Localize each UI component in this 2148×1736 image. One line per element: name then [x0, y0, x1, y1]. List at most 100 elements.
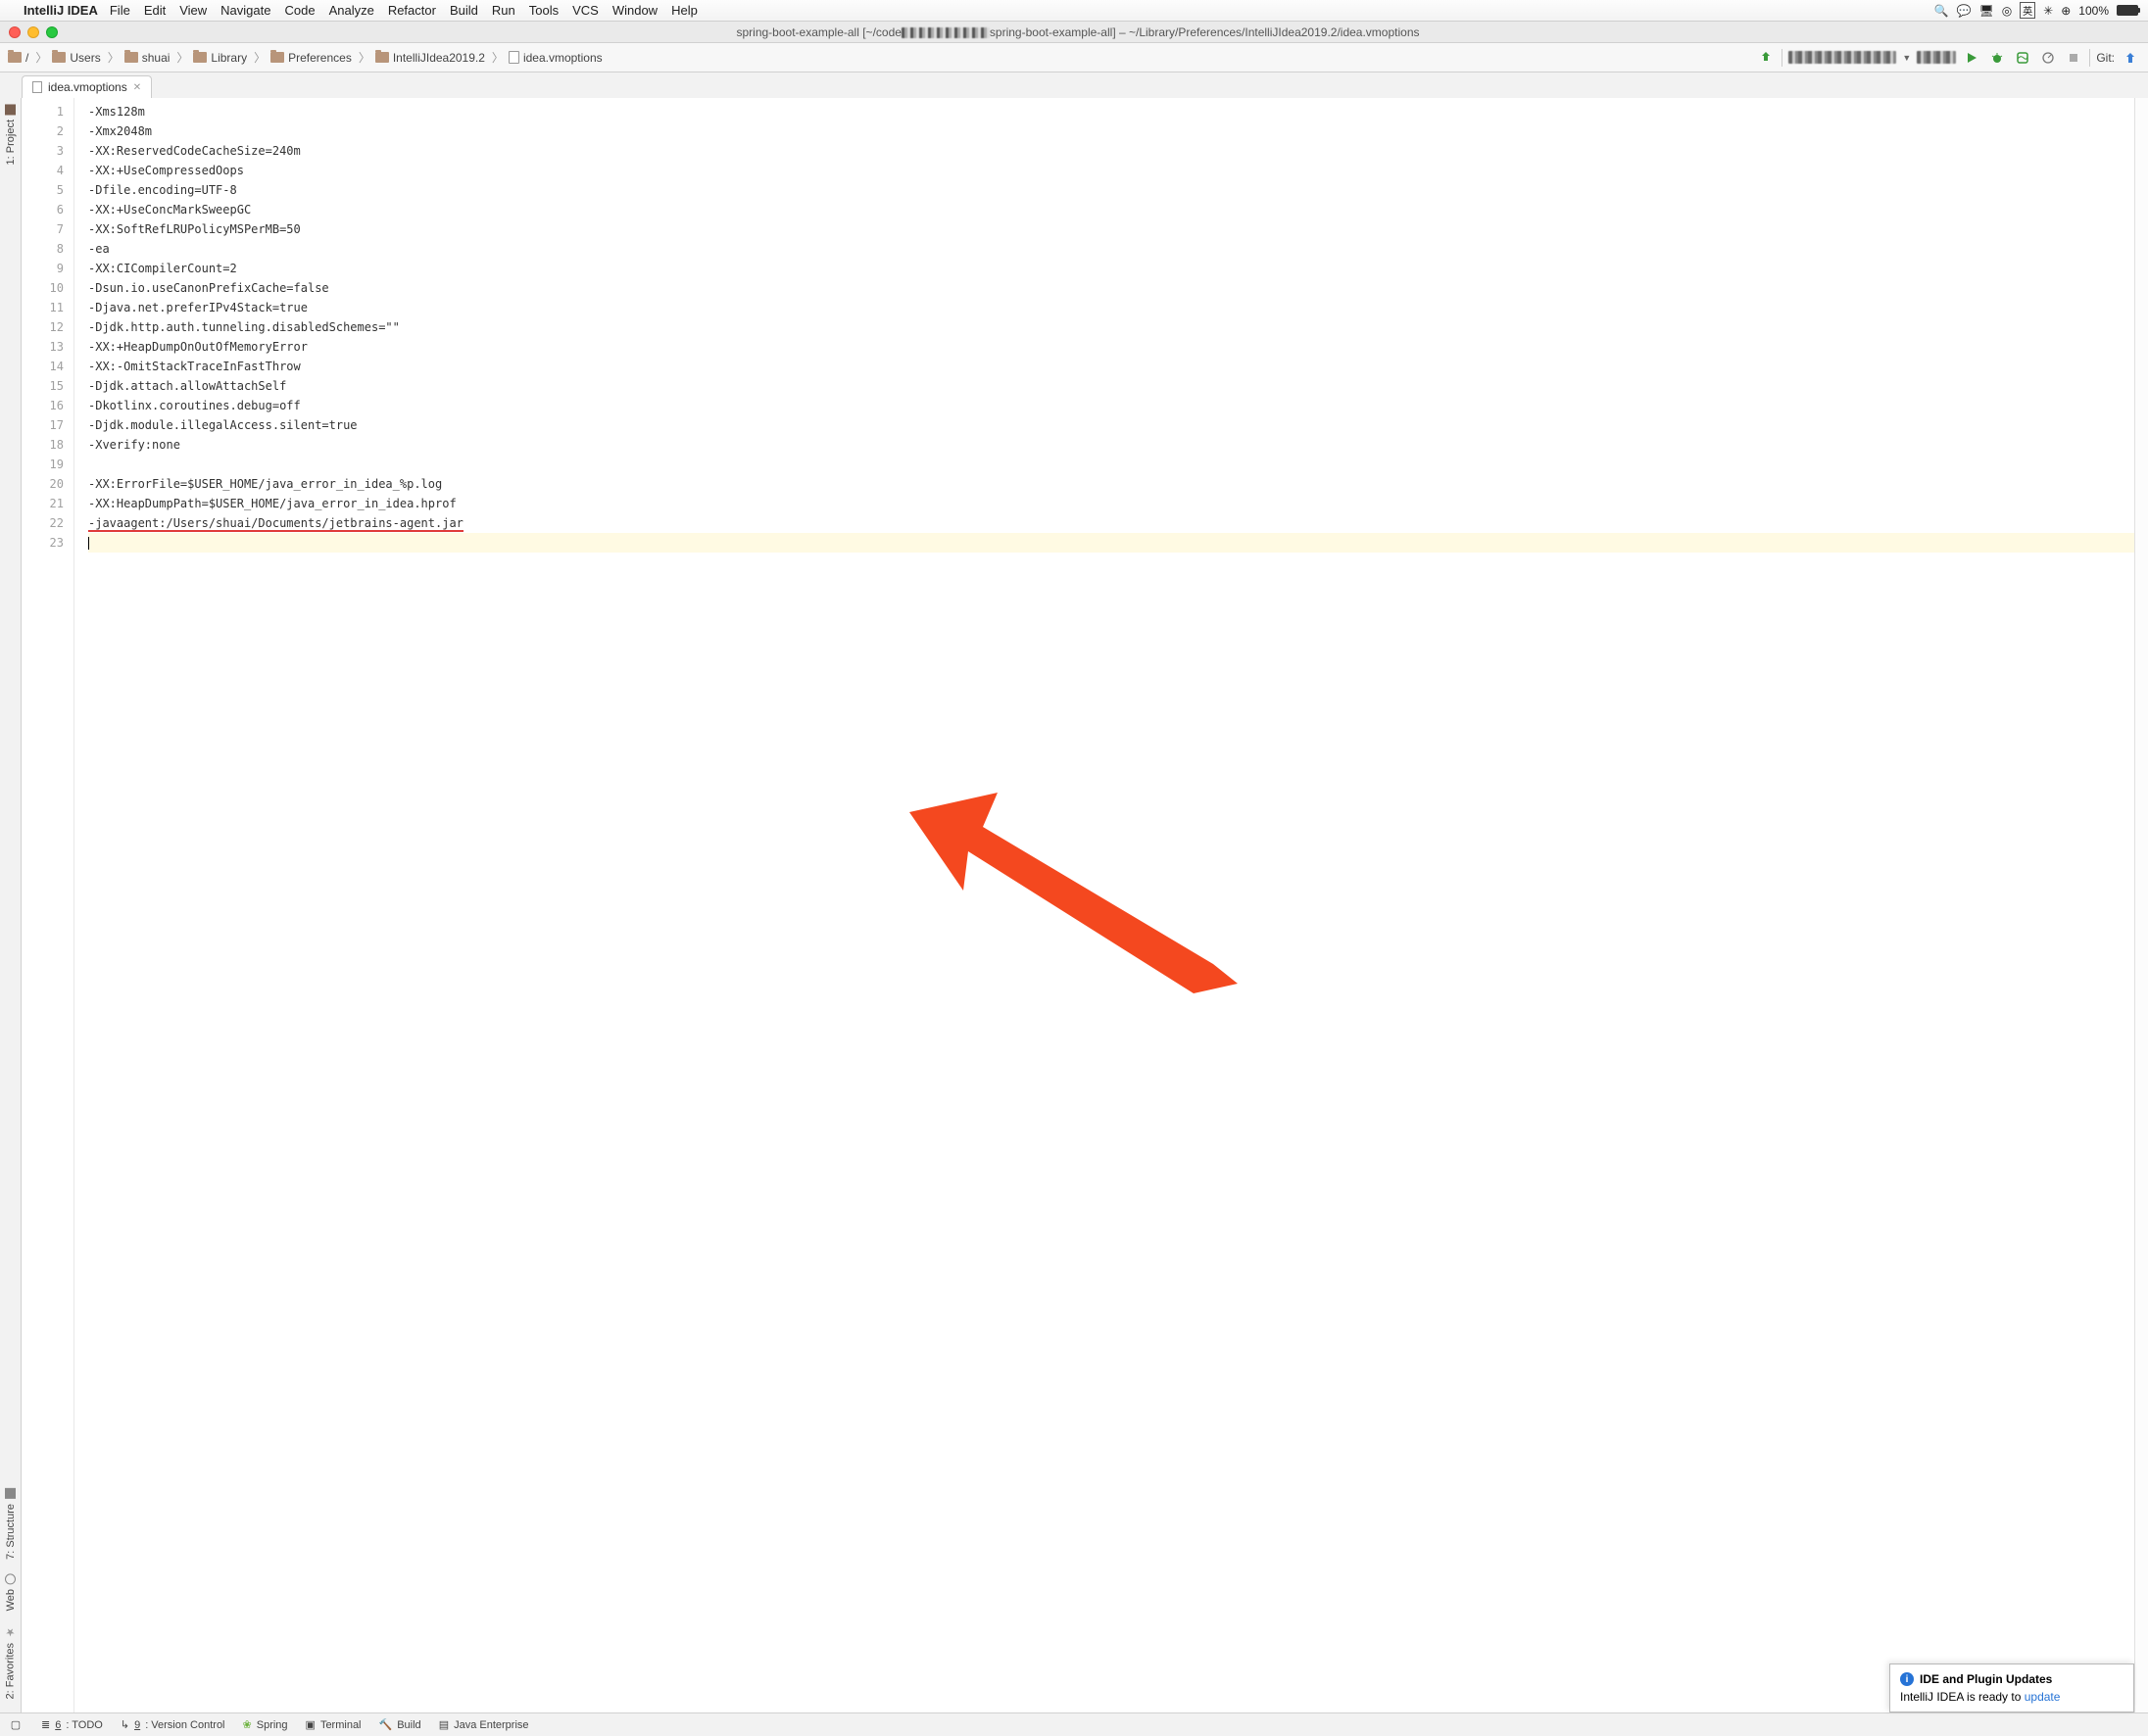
close-tab-icon[interactable]: ✕ [133, 82, 141, 93]
line-number: 8 [22, 239, 64, 259]
menu-refactor[interactable]: Refactor [388, 3, 436, 18]
tool-terminal[interactable]: ▣Terminal [306, 1718, 362, 1731]
editor[interactable]: 1234567891011121314151617181920212223 -X… [22, 98, 2134, 1712]
tray-icon[interactable]: ◎ [2002, 4, 2012, 18]
window-titlebar: spring-boot-example-all [~/codespring-bo… [0, 22, 2148, 43]
menu-view[interactable]: View [179, 3, 207, 18]
git-label: Git: [2096, 51, 2115, 65]
run-config-selector[interactable] [1788, 51, 1896, 64]
menu-window[interactable]: Window [612, 3, 658, 18]
menu-build[interactable]: Build [450, 3, 478, 18]
tray-icon[interactable]: 🔍 [1934, 4, 1949, 18]
run-button[interactable] [1962, 48, 1981, 68]
menu-navigate[interactable]: Navigate [220, 3, 270, 18]
main-area: 1: Project 7: Structure Web 2: Favorites… [0, 98, 2148, 1712]
tool-web[interactable]: Web [5, 1573, 17, 1611]
code-line[interactable]: -Xmx2048m [88, 121, 2134, 141]
tray-icon[interactable]: 🖥 [1978, 4, 1993, 18]
battery-percent: 100% [2078, 4, 2109, 18]
git-update-button[interactable] [2121, 48, 2140, 68]
menu-code[interactable]: Code [284, 3, 315, 18]
debug-button[interactable] [1987, 48, 2007, 68]
breadcrumb[interactable]: Library〉 [193, 49, 268, 66]
code-line[interactable]: -XX:HeapDumpPath=$USER_HOME/java_error_i… [88, 494, 2134, 513]
code-line[interactable]: -XX:+UseCompressedOops [88, 161, 2134, 180]
tool-structure[interactable]: 7: Structure [5, 1488, 17, 1560]
update-notification[interactable]: i IDE and Plugin Updates IntelliJ IDEA i… [1889, 1664, 2134, 1712]
code-line[interactable]: -javaagent:/Users/shuai/Documents/jetbra… [88, 513, 2134, 533]
code-line[interactable] [88, 533, 2134, 553]
tray-icon[interactable]: 💬 [1957, 4, 1972, 18]
breadcrumb[interactable]: IntelliJIdea2019.2〉 [375, 49, 507, 66]
code-line[interactable]: -Djdk.module.illegalAccess.silent=true [88, 415, 2134, 435]
code-line[interactable]: -Dsun.io.useCanonPrefixCache=false [88, 278, 2134, 298]
breadcrumb[interactable]: Users〉 [52, 49, 122, 66]
window-controls [0, 26, 67, 38]
info-icon: i [1900, 1672, 1914, 1686]
code-line[interactable]: -XX:ReservedCodeCacheSize=240m [88, 141, 2134, 161]
popup-title: i IDE and Plugin Updates [1900, 1672, 2124, 1686]
tab-label: idea.vmoptions [48, 80, 127, 94]
code-line[interactable]: -XX:SoftRefLRUPolicyMSPerMB=50 [88, 219, 2134, 239]
tool-build[interactable]: 🔨Build [379, 1718, 421, 1731]
menu-vcs[interactable]: VCS [572, 3, 599, 18]
tray-icon[interactable]: ✳︎ [2043, 4, 2053, 18]
zoom-window-button[interactable] [46, 26, 58, 38]
tab-idea-vmoptions[interactable]: idea.vmoptions ✕ [22, 75, 152, 98]
update-link[interactable]: update [2025, 1690, 2061, 1704]
dropdown-icon[interactable]: ▼ [1902, 53, 1911, 63]
file-icon [32, 81, 42, 93]
tool-version-control[interactable]: ↳9: Version Control [121, 1718, 225, 1731]
code-line[interactable]: -XX:ErrorFile=$USER_HOME/java_error_in_i… [88, 474, 2134, 494]
menu-help[interactable]: Help [671, 3, 698, 18]
line-number: 22 [22, 513, 64, 533]
line-number: 18 [22, 435, 64, 455]
code-line[interactable]: -ea [88, 239, 2134, 259]
menu-edit[interactable]: Edit [144, 3, 166, 18]
breadcrumb[interactable]: /〉 [8, 49, 50, 66]
code-line[interactable]: -Djava.net.preferIPv4Stack=true [88, 298, 2134, 317]
code-area[interactable]: -Xms128m-Xmx2048m-XX:ReservedCodeCacheSi… [74, 98, 2134, 1712]
coverage-button[interactable] [2013, 48, 2032, 68]
menu-run[interactable]: Run [492, 3, 515, 18]
code-line[interactable]: -Xms128m [88, 102, 2134, 121]
tool-favorites[interactable]: 2: Favorites★ [4, 1625, 17, 1699]
tool-java-enterprise[interactable]: ▤Java Enterprise [439, 1718, 529, 1731]
line-number: 4 [22, 161, 64, 180]
input-source-icon[interactable]: 英 [2020, 2, 2035, 19]
tray-icon[interactable]: ⊕ [2061, 4, 2071, 18]
build-button[interactable] [1756, 48, 1776, 68]
profile-button[interactable] [2038, 48, 2058, 68]
breadcrumb[interactable]: Preferences〉 [270, 49, 373, 66]
close-window-button[interactable] [9, 26, 21, 38]
line-number: 12 [22, 317, 64, 337]
run-config-extra[interactable] [1917, 51, 1956, 64]
code-line[interactable]: -XX:-OmitStackTraceInFastThrow [88, 357, 2134, 376]
code-line[interactable]: -XX:+UseConcMarkSweepGC [88, 200, 2134, 219]
code-line[interactable]: -Dfile.encoding=UTF-8 [88, 180, 2134, 200]
app-name[interactable]: IntelliJ IDEA [24, 3, 98, 18]
line-number: 15 [22, 376, 64, 396]
tool-spring[interactable]: ❀Spring [243, 1718, 288, 1731]
bottom-toolbar: ▢ ≣6: TODO ↳9: Version Control ❀Spring ▣… [0, 1712, 2148, 1736]
stop-button[interactable] [2064, 48, 2083, 68]
code-line[interactable]: -Dkotlinx.coroutines.debug=off [88, 396, 2134, 415]
code-line[interactable]: -Djdk.http.auth.tunneling.disabledScheme… [88, 317, 2134, 337]
tool-project[interactable]: 1: Project [5, 104, 17, 165]
line-number: 19 [22, 455, 64, 474]
tool-todo[interactable]: ≣6: TODO [41, 1718, 103, 1731]
menu-analyze[interactable]: Analyze [329, 3, 374, 18]
line-gutter: 1234567891011121314151617181920212223 [22, 98, 74, 1712]
code-line[interactable]: -XX:+HeapDumpOnOutOfMemoryError [88, 337, 2134, 357]
menu-tools[interactable]: Tools [529, 3, 559, 18]
breadcrumb[interactable]: shuai〉 [124, 49, 192, 66]
breadcrumb[interactable]: idea.vmoptions [509, 51, 603, 65]
tool-window-button[interactable]: ▢ [8, 1718, 24, 1731]
code-line[interactable] [88, 455, 2134, 474]
menu-file[interactable]: File [110, 3, 130, 18]
minimize-window-button[interactable] [27, 26, 39, 38]
code-line[interactable]: -Xverify:none [88, 435, 2134, 455]
code-line[interactable]: -Djdk.attach.allowAttachSelf [88, 376, 2134, 396]
code-line[interactable]: -XX:CICompilerCount=2 [88, 259, 2134, 278]
line-number: 11 [22, 298, 64, 317]
